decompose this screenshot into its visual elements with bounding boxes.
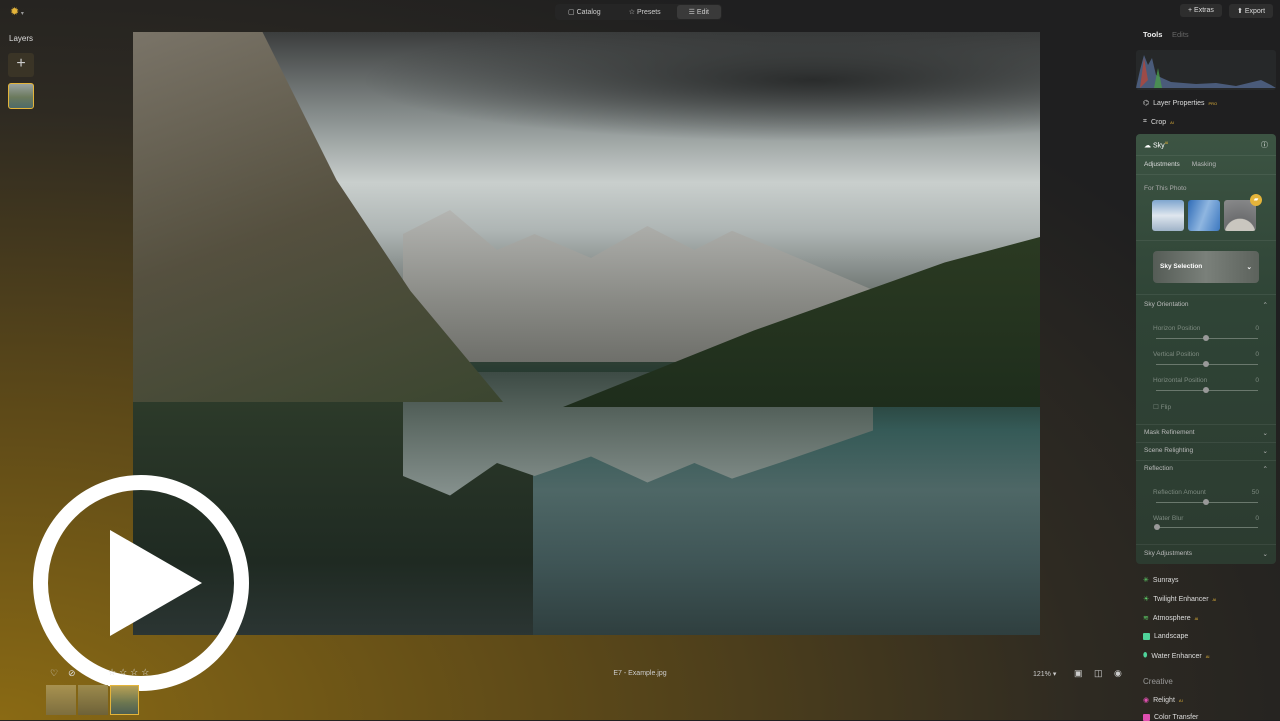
extras-button[interactable]: + Extras	[1180, 4, 1222, 17]
top-navigation: ▢ Catalog ☆ Presets ☰ Edit	[555, 4, 722, 20]
tool-water-enhancer[interactable]: ⬮ Water Enhancer AI	[1143, 652, 1210, 660]
preview-eye-icon[interactable]: ◉	[1114, 668, 1122, 679]
histogram	[1136, 50, 1276, 90]
compare-icon[interactable]: ◫	[1094, 668, 1103, 679]
export-button[interactable]: ⬆ Export	[1229, 4, 1274, 18]
sky-panel: ☁ SkyAI ⓘ Adjustments Masking For This Pho…	[1136, 134, 1276, 564]
fit-view-icon[interactable]: ▣	[1074, 668, 1083, 679]
tool-landscape[interactable]: Landscape	[1143, 633, 1188, 640]
filmstrip-thumb[interactable]	[78, 685, 108, 715]
twilight-icon: ☀	[1143, 596, 1150, 603]
crop-icon: ⌗	[1143, 118, 1147, 125]
tool-sunrays[interactable]: ✳ Sunrays	[1143, 576, 1179, 585]
tool-atmosphere[interactable]: ≋ Atmosphere AI	[1143, 614, 1198, 623]
landscape-icon	[1143, 633, 1150, 640]
mask-refinement-header[interactable]: Mask Refinement ⌄	[1144, 429, 1268, 437]
water-blur-slider[interactable]	[1154, 524, 1258, 530]
layer-thumbnail[interactable]	[8, 83, 34, 109]
relight-icon: ◉	[1143, 697, 1150, 704]
shop-icon[interactable]: ▰	[1250, 194, 1262, 206]
sunrays-icon: ✳	[1143, 577, 1149, 584]
add-layer-button[interactable]: +	[8, 53, 34, 77]
scene-relighting-header[interactable]: Scene Relighting ⌄	[1144, 447, 1268, 455]
info-icon[interactable]: ⓘ	[1261, 140, 1268, 150]
tool-layer-properties[interactable]: ⌬ Layer Properties PRO	[1143, 99, 1217, 108]
tab-edits[interactable]: Edits	[1172, 30, 1189, 39]
play-button[interactable]	[33, 475, 249, 691]
reflection-header[interactable]: Reflection ⌃	[1144, 465, 1268, 473]
tab-catalog[interactable]: ▢ Catalog	[556, 5, 613, 19]
app-logo[interactable]: ✹ ▾	[10, 5, 24, 18]
cloud-icon: ☁	[1144, 142, 1151, 150]
sky-orientation-header[interactable]: Sky Orientation ⌃	[1144, 301, 1268, 309]
sky-preset-thumb[interactable]	[1152, 200, 1184, 231]
tool-crop[interactable]: ⌗ Crop AI	[1143, 118, 1174, 126]
layers-icon: ⌬	[1143, 100, 1150, 107]
photo-canvas[interactable]	[133, 32, 1040, 635]
tab-edit[interactable]: ☰ Edit	[676, 5, 721, 19]
vertical-position-slider[interactable]	[1156, 361, 1258, 367]
layers-title: Layers	[9, 34, 34, 43]
atmosphere-icon: ≋	[1143, 615, 1149, 622]
creative-section-title: Creative	[1143, 677, 1173, 686]
filmstrip-thumb[interactable]	[46, 685, 76, 715]
sky-selection-dropdown[interactable]: Sky Selection ⌄	[1153, 251, 1259, 283]
sky-preset-thumb[interactable]	[1188, 200, 1220, 231]
water-drop-icon: ⬮	[1143, 652, 1148, 659]
tool-relight[interactable]: ◉ Relight AI	[1143, 696, 1183, 705]
tab-masking[interactable]: Masking	[1192, 161, 1216, 168]
tab-adjustments[interactable]: Adjustments	[1144, 161, 1180, 168]
horizon-position-slider[interactable]	[1156, 335, 1258, 341]
flip-checkbox[interactable]: ☐ Flip	[1153, 403, 1268, 411]
tab-tools[interactable]: Tools	[1143, 30, 1162, 39]
filename: E7 - Example.jpg	[613, 670, 667, 677]
filmstrip-thumb-selected[interactable]	[110, 685, 139, 715]
tab-presets[interactable]: ☆ Presets	[617, 5, 673, 19]
play-icon	[110, 530, 202, 636]
tool-twilight-enhancer[interactable]: ☀ Twilight Enhancer AI	[1143, 595, 1216, 604]
zoom-dropdown[interactable]: 121% ▾	[1033, 670, 1056, 678]
for-this-photo-label: For This Photo	[1144, 185, 1187, 192]
horizontal-position-slider[interactable]	[1156, 387, 1258, 393]
sky-header[interactable]: ☁ SkyAI ⓘ	[1144, 140, 1268, 150]
sky-adjustments-header[interactable]: Sky Adjustments ⌄	[1144, 550, 1268, 558]
sky-preset-thumb[interactable]	[1224, 200, 1256, 231]
reflection-amount-slider[interactable]	[1156, 499, 1258, 505]
